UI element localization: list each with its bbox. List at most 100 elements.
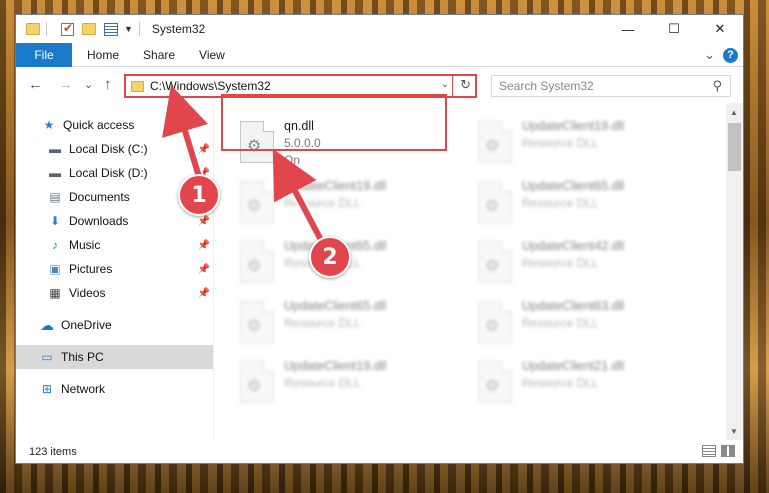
pin-icon[interactable]: 📌 [198, 240, 210, 251]
sidebar-item-label: Pictures [69, 262, 113, 276]
file-tile[interactable]: ⚙ UpdateClient65.dll Resource DLL [472, 175, 702, 229]
recent-locations-button[interactable]: ⌄ [84, 78, 93, 91]
file-name: UpdateClient65.dll [284, 299, 387, 313]
file-tile[interactable]: ⚙ UpdateClient19.dll Resource DLL [472, 115, 702, 169]
maximize-button[interactable]: ☐ [651, 15, 697, 43]
file-type: Resource DLL [522, 316, 599, 330]
dll-file-icon: ⚙ [478, 361, 512, 403]
pin-icon[interactable]: 📌 [198, 264, 210, 275]
file-type: Resource DLL [284, 316, 361, 330]
download-icon: ⬇ [49, 214, 61, 228]
file-name: UpdateClient19.dll [284, 359, 387, 373]
scroll-thumb[interactable] [728, 123, 741, 171]
search-placeholder: Search System32 [499, 79, 594, 93]
file-name: UpdateClient42.dll [522, 239, 625, 253]
sidebar-item-this-pc[interactable]: ▭ This PC [16, 345, 213, 369]
file-name: UpdateClient19.dll [522, 119, 625, 133]
dll-file-icon: ⚙ [478, 121, 512, 163]
sidebar-item-label: Documents [69, 190, 130, 204]
dll-file-icon: ⚙ [240, 361, 274, 403]
status-bar: 123 items [16, 440, 743, 463]
file-type: Resource DLL [522, 256, 599, 270]
dll-file-icon: ⚙ [240, 181, 274, 223]
vertical-scrollbar[interactable]: ▲ ▼ [726, 103, 743, 440]
file-name: UpdateClient63.dll [522, 299, 625, 313]
tab-share[interactable]: Share [143, 48, 187, 62]
file-tile[interactable]: ⚙ UpdateClient63.dll Resource DLL [472, 295, 702, 349]
tab-view[interactable]: View [199, 48, 237, 62]
scroll-down-icon[interactable]: ▼ [730, 427, 738, 436]
properties-check-icon[interactable] [61, 21, 74, 36]
sidebar-item-label: Quick access [63, 118, 135, 132]
window-title: System32 [151, 22, 206, 36]
step-2-callout: 2 [309, 236, 351, 278]
file-tile[interactable]: ⚙ UpdateClient19.dll Resource DLL [234, 175, 464, 229]
cloud-icon: ☁ [40, 316, 54, 333]
file-type: Resource DLL [522, 376, 599, 390]
new-folder-icon[interactable] [82, 23, 96, 35]
file-tile[interactable]: ⚙ UpdateClient42.dll Resource DLL [472, 235, 702, 289]
back-button[interactable]: ← [28, 76, 43, 93]
sidebar-item-quick-access[interactable]: ★ Quick access [16, 113, 213, 137]
address-path[interactable]: C:\Windows\System32 [150, 79, 271, 93]
file-tile[interactable]: ⚙ UpdateClient19.dll Resource DLL [234, 355, 464, 409]
pin-icon[interactable]: 📌 [198, 144, 210, 155]
forward-button[interactable]: → [58, 76, 73, 93]
expand-ribbon-icon[interactable]: ⌄ [704, 47, 715, 63]
network-icon: ⊞ [41, 382, 53, 396]
file-name: UpdateClient65.dll [522, 179, 625, 193]
pin-icon[interactable]: 📌 [198, 288, 210, 299]
sidebar-item-videos[interactable]: ▦ Videos 📌 [16, 281, 213, 305]
sidebar-item-label: Network [61, 382, 106, 396]
file-tile[interactable]: ⚙ UpdateClient21.dll Resource DLL [472, 355, 702, 409]
minimize-button[interactable]: — [605, 15, 651, 43]
folder-icon [131, 80, 144, 92]
pictures-icon: ▣ [49, 262, 61, 276]
step-1-callout: 1 [178, 174, 220, 216]
up-button[interactable]: ↑ [104, 76, 112, 93]
tab-home[interactable]: Home [87, 48, 131, 62]
file-tile[interactable]: ⚙ UpdateClient65.dll Resource DLL [234, 295, 464, 349]
sidebar-item-label: Music [69, 238, 101, 252]
sidebar-item-network[interactable]: ⊞ Network [16, 377, 213, 401]
toolbar-divider [138, 22, 140, 36]
star-icon: ★ [43, 118, 55, 132]
dll-file-icon: ⚙ [478, 181, 512, 223]
sidebar-item-pictures[interactable]: ▣ Pictures 📌 [16, 257, 213, 281]
close-button[interactable]: ✕ [697, 15, 743, 43]
sidebar-item-local-disk-c[interactable]: ▬ Local Disk (C:) 📌 [16, 137, 213, 161]
drive-icon: ▬ [49, 142, 61, 156]
help-icon[interactable]: ? [723, 47, 738, 63]
details-view-icon[interactable] [702, 445, 716, 457]
large-icons-view-icon[interactable] [721, 445, 735, 457]
title-bar: ▼ System32 — ☐ ✕ [16, 15, 743, 43]
search-icon[interactable]: ⚲ [712, 78, 722, 94]
file-type: Resource DLL [284, 376, 361, 390]
file-type: Resource DLL [284, 196, 361, 210]
address-divider [452, 76, 453, 96]
highlight-box-qn-dll [221, 94, 447, 151]
computer-icon: ▭ [41, 350, 53, 364]
sidebar-item-label: Local Disk (C:) [69, 142, 148, 156]
address-dropdown-icon[interactable]: ⌄ [441, 79, 449, 90]
sidebar-item-onedrive[interactable]: ☁ OneDrive [16, 313, 213, 337]
file-name: UpdateClient21.dll [522, 359, 625, 373]
documents-icon: ▤ [49, 190, 61, 204]
tab-file[interactable]: File [16, 42, 72, 67]
sidebar-item-music[interactable]: ♪ Music 📌 [16, 233, 213, 257]
navigation-pane: ★ Quick access ▬ Local Disk (C:) 📌 ▬ Loc… [16, 103, 213, 440]
properties-icon[interactable] [104, 22, 118, 36]
search-input[interactable]: Search System32 ⚲ [491, 75, 731, 97]
file-list: ⚙ qn.dll 5.0.0.0 Qn ⚙ UpdateClient19.dll… [214, 103, 727, 440]
refresh-button[interactable]: ↻ [460, 77, 471, 93]
file-explorer-window: ▼ System32 — ☐ ✕ File Home Share View ⌄ … [15, 14, 744, 464]
customize-toolbar-dropdown-icon[interactable]: ▼ [124, 24, 133, 34]
dll-file-icon: ⚙ [478, 301, 512, 343]
sidebar-item-label: This PC [61, 350, 104, 364]
sidebar-item-downloads[interactable]: ⬇ Downloads 📌 [16, 209, 213, 233]
toolbar-divider [46, 22, 47, 36]
pin-icon[interactable]: 📌 [198, 216, 210, 227]
file-description: Qn [284, 153, 301, 167]
scroll-up-icon[interactable]: ▲ [730, 108, 738, 117]
dll-file-icon: ⚙ [478, 241, 512, 283]
